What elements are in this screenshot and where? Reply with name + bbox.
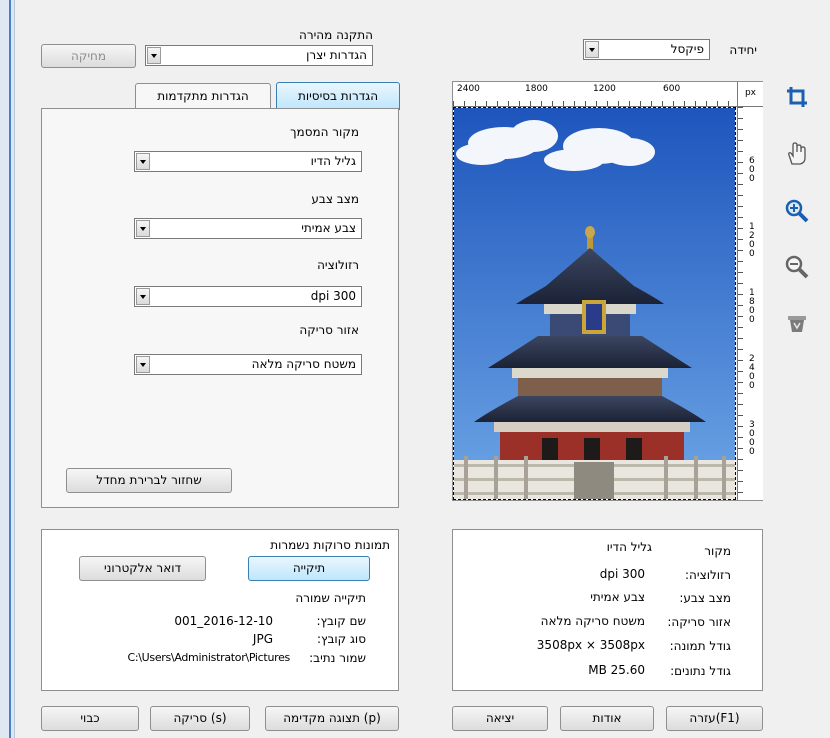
scan-info-panel: מקור גליל הדיו רזולוציה: dpi 300 מצב צבע… [452,529,763,691]
saved-folder-label: תיקייה שמורה [295,591,366,605]
saved-images-title: תמונות סרוקות נשמרות [270,538,390,552]
save-path-value: C:\Users\Administrator\Pictures [127,651,290,664]
info-area-label: אזור סריקה: [667,615,731,629]
email-button[interactable]: דואר אלקטרוני [79,556,206,581]
ruler-ticks [738,107,743,500]
ruler-tick-label: 1800 [749,288,755,325]
exit-button[interactable]: יציאה [452,706,548,731]
scan-preview-image[interactable] [453,107,736,500]
off-button[interactable]: כבוי [41,706,139,731]
hand-icon[interactable] [784,140,810,166]
info-data-size-label: גודל נתונים: [670,664,731,678]
saved-images-panel: תמונות סרוקות נשמרות תיקייה דואר אלקטרונ… [41,529,399,691]
info-data-size-value: MB 25.60 [588,663,645,677]
chevron-down-icon[interactable] [136,220,150,237]
ruler-tick-label: 600 [663,84,681,94]
ruler-ticks [453,101,737,106]
ruler-tick-label: 2400 [749,354,755,391]
info-area-value: משטח סריקה מלאה [540,614,645,628]
chevron-down-icon[interactable] [136,153,150,170]
scan-button[interactable]: סריקה (s) [150,706,250,731]
filetype-value: JPG [252,632,273,646]
filename-label: שם קובץ: [316,614,366,628]
delete-preset-button[interactable]: מחיקה [41,44,136,68]
ruler-unit-box: px [737,82,763,107]
info-image-size-value: 3508px × 3508px [536,638,645,652]
ruler-tick-label: 2400 [457,84,480,94]
crop-icon[interactable] [784,84,810,110]
chevron-down-icon[interactable] [585,41,599,58]
color-mode-label: מצב צבע [311,192,359,206]
unit-select[interactable]: פיקסל [583,39,710,60]
settings-panel: מקור המסמך גליל הדיו מצב צבע צבע אמיתי ר… [41,108,399,508]
info-color-value: צבע אמיתי [590,590,645,604]
filetype-label: סוג קובץ: [316,632,366,646]
about-button[interactable]: אודות [560,706,654,731]
resolution-select[interactable]: dpi 300 [134,286,362,307]
ruler-tick-label: 1200 [593,84,616,94]
zoom-out-icon[interactable] [784,254,810,280]
restore-defaults-button[interactable]: שחזור לברירת מחדל [66,468,232,493]
window-edge [0,0,15,738]
ruler-tick-label: 3000 [749,420,755,457]
quick-setting-select[interactable]: הגדרות יצרן [145,45,373,66]
top-ruler: 2400 1800 1200 600 [453,82,737,107]
preview-button[interactable]: תצוגה מקדימה (p) [265,706,399,731]
scan-area-select[interactable]: משטח סריקה מלאה [134,354,362,375]
recycle-bin-icon[interactable] [784,310,810,336]
quick-setting-label: התקנה מהירה [299,28,373,42]
ruler-tick-label: 1800 [525,84,548,94]
ruler-tick-label: 1200 [749,222,755,259]
side-ruler: 600 1200 1800 2400 3000 [737,107,763,500]
document-source-label: מקור המסמך [290,125,359,139]
info-resolution-value: dpi 300 [599,567,645,581]
info-source-value: גליל הדיו [606,540,652,554]
chevron-down-icon[interactable] [136,288,150,305]
chevron-down-icon[interactable] [136,356,150,373]
info-resolution-label: רזולוציה: [685,568,731,582]
info-color-label: מצב צבע: [679,591,731,605]
temple-image [454,108,735,499]
help-button[interactable]: עזרה(F1) [666,706,763,731]
color-mode-select[interactable]: צבע אמיתי [134,218,362,239]
window-edge-accent [9,0,11,738]
resolution-label: רזולוציה [317,258,359,272]
chevron-down-icon[interactable] [147,47,161,64]
folder-button[interactable]: תיקייה [248,556,370,581]
filename-value: 001_2016-12-10 [174,614,273,628]
save-path-label: שמור נתיב: [309,651,366,665]
unit-label: יחידה [729,43,757,57]
tab-advanced-settings[interactable]: הגדרות מתקדמות [135,83,271,109]
zoom-in-icon[interactable] [784,198,810,224]
tab-basic-settings[interactable]: הגדרות בסיסיות [276,82,400,110]
ruler-tick-label: 600 [749,156,755,184]
info-image-size-label: גודל תמונה: [669,639,731,653]
scan-area-label: אזור סריקה [299,323,359,337]
document-source-select[interactable]: גליל הדיו [134,151,362,172]
info-source-label: מקור [704,544,731,558]
